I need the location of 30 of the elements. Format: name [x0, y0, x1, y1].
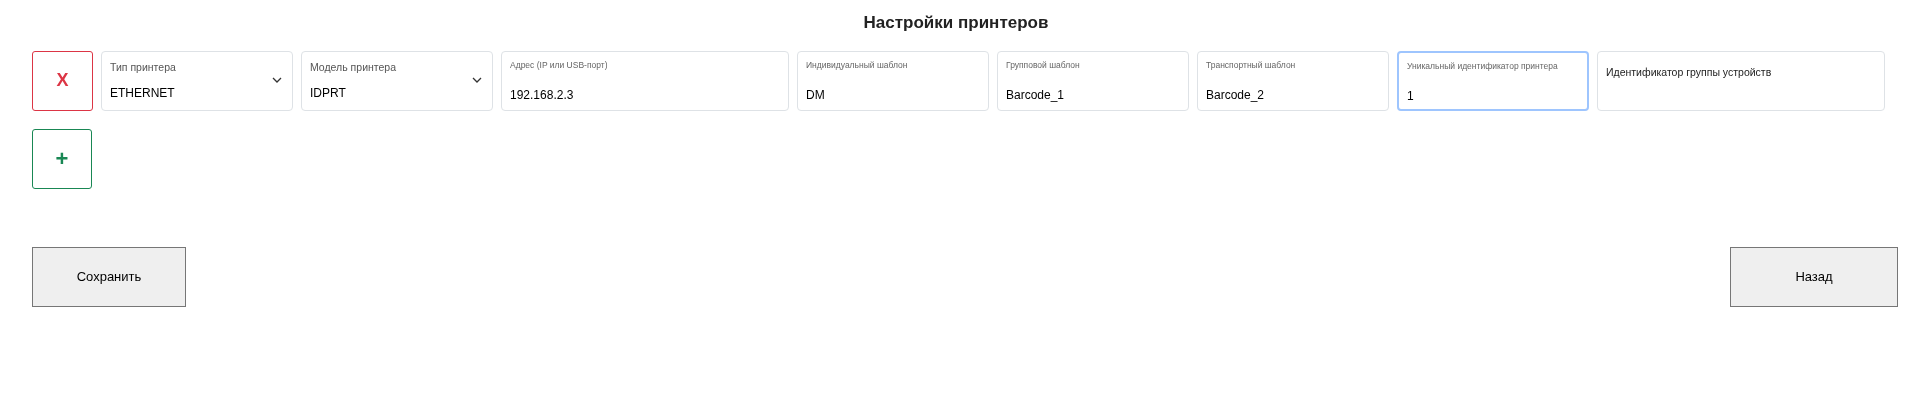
- printer-select[interactable]: Тип принтера ETHERNET: [101, 50, 293, 111]
- add-button[interactable]: +: [32, 128, 92, 189]
- field-value: 192.168.2.3: [510, 86, 574, 104]
- field-value: DM: [806, 86, 825, 104]
- printer-select[interactable]: Модель принтера IDPRT: [301, 50, 493, 111]
- field-value: Barcode_2: [1206, 86, 1265, 104]
- chevron-icon: [472, 76, 482, 83]
- field-label: Индивидуальный шаблон: [806, 58, 908, 72]
- text-field[interactable]: Транспортный шаблон Barcode_2: [1197, 50, 1389, 111]
- field-label: Транспортный шаблон: [1206, 58, 1296, 72]
- text-field[interactable]: Адрес (IP или USB-порт) 192.168.2.3: [501, 50, 789, 111]
- field-label: Групповой шаблон: [1006, 58, 1080, 72]
- remove-button[interactable]: X: [32, 50, 93, 111]
- page-title: Настройки принтеров: [863, 12, 1049, 34]
- field-value: Barcode_1: [1006, 86, 1065, 104]
- field-value: ETHERNET: [110, 84, 175, 102]
- field-label: Уникальный идентификатор принтера: [1407, 59, 1558, 73]
- field-placeholder: Идентификатор группы устройств: [1606, 64, 1772, 80]
- field-label: Модель принтера: [310, 59, 396, 75]
- text-field[interactable]: Групповой шаблон Barcode_1: [997, 50, 1189, 111]
- field-value: IDPRT: [310, 84, 346, 102]
- field-value: 1: [1407, 87, 1414, 105]
- save-button[interactable]: Сохранить: [32, 246, 186, 307]
- field-label: Адрес (IP или USB-порт): [510, 58, 608, 72]
- chevron-icon: [272, 76, 282, 83]
- back-button[interactable]: Назад: [1730, 246, 1898, 307]
- text-field[interactable]: Идентификатор группы устройств: [1597, 50, 1885, 111]
- field-label: Тип принтера: [110, 59, 176, 75]
- text-field[interactable]: Индивидуальный шаблон DM: [797, 50, 989, 111]
- text-field[interactable]: Уникальный идентификатор принтера 1: [1397, 50, 1589, 111]
